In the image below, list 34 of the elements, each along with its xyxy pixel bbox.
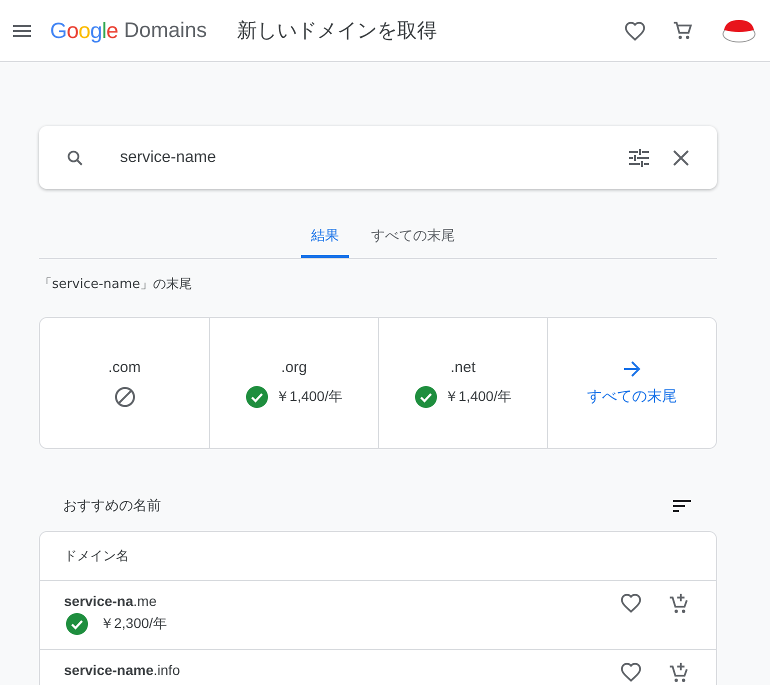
logo-text[interactable]: Google [50,18,118,44]
add-to-cart-icon[interactable] [668,593,690,615]
filter-icon[interactable] [629,148,649,166]
domain-name[interactable]: service-name.info [64,662,594,678]
domain-ending[interactable]: .net [450,358,476,376]
column-header: ドメイン名 [64,548,129,565]
domain-ending[interactable]: .com [108,358,141,376]
domain-ending[interactable]: .org [281,358,307,376]
tab[interactable]: すべての末尾 [361,223,465,258]
unavailable-icon [114,386,136,408]
arrow-icon[interactable] [623,360,641,376]
heart-icon[interactable] [620,662,642,682]
price-text: ￥1,400/年 [276,388,342,406]
price-text: ￥2,300/年 [100,615,167,633]
section-heading: 「service-name」の末尾 [39,276,194,293]
page-title: 新しいドメインを取得 [236,19,437,44]
menu-icon[interactable] [13,24,31,36]
all-endings-link[interactable]: すべての末尾 [587,386,677,406]
tab[interactable]: 結果 [301,223,349,258]
close-icon[interactable] [673,150,689,166]
search-icon [66,148,84,166]
cart-icon[interactable] [672,20,694,42]
add-to-cart-icon[interactable] [668,662,690,684]
product-name: Domains [124,18,207,42]
check-icon [246,386,268,408]
domain-name[interactable]: service-na.me [64,593,594,609]
sort-icon[interactable] [673,500,691,512]
heart-icon[interactable] [624,20,646,40]
heart-icon[interactable] [620,593,642,613]
price-text: ￥1,400/年 [444,388,512,406]
avatar-drawing[interactable] [722,18,756,44]
check-icon [414,386,437,408]
search-field[interactable]: service-name [118,148,629,168]
section-heading: おすすめの名前 [63,497,161,515]
